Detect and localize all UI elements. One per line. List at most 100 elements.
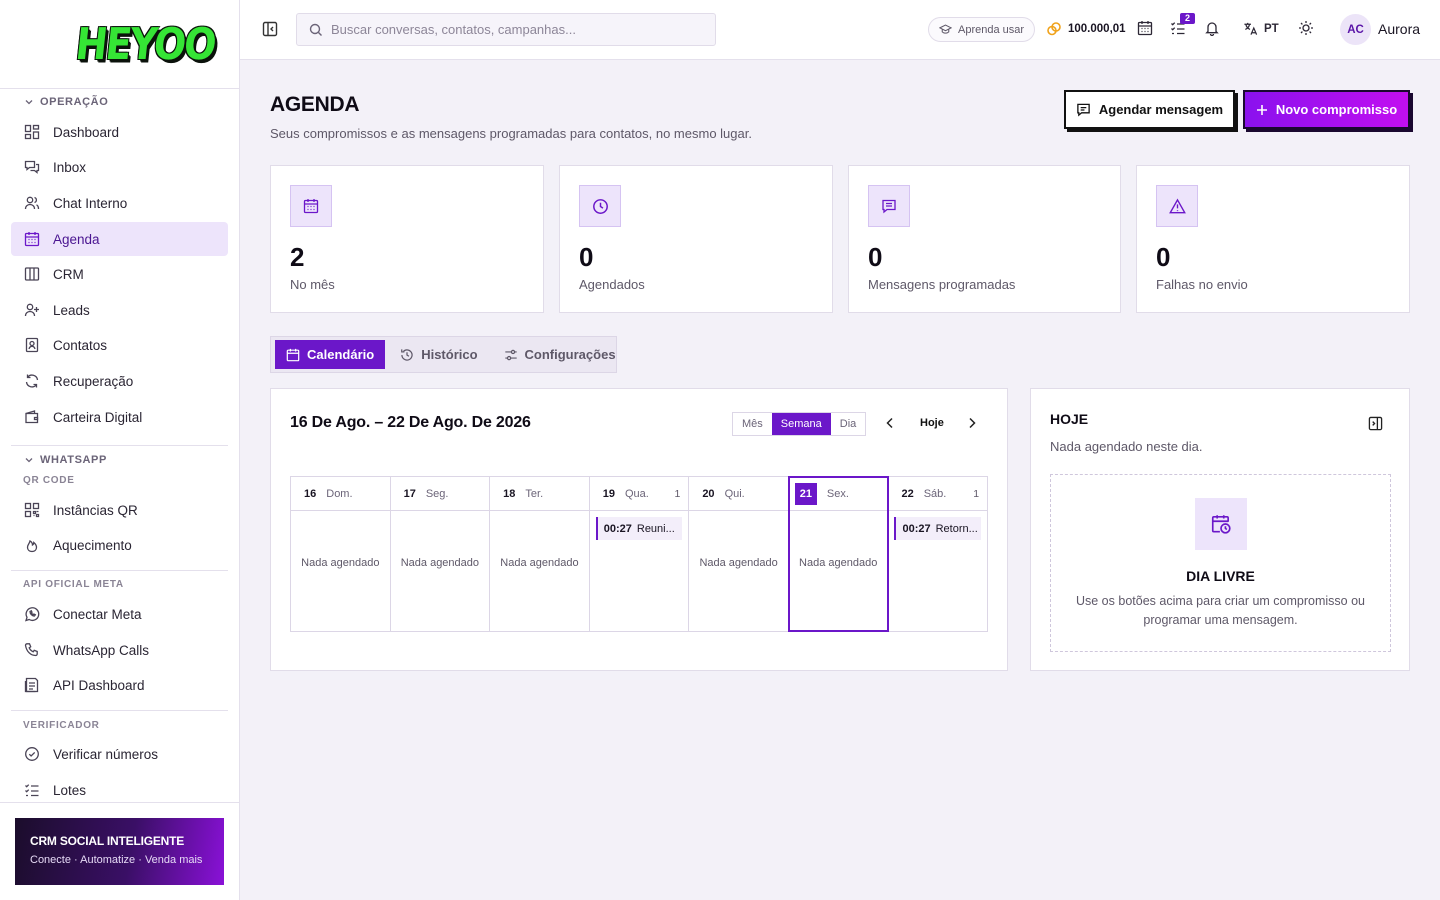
sidebar-item-carteira-digital[interactable]: Carteira Digital <box>11 400 228 434</box>
wallet-icon <box>23 409 40 426</box>
section-whatsapp-label: WHATSAPP <box>40 454 107 466</box>
flame-icon <box>23 537 40 554</box>
day-column[interactable]: 16 Dom. Nada agendado <box>291 477 391 631</box>
list-check-icon <box>23 782 40 799</box>
view-day-button[interactable]: Dia <box>831 413 866 435</box>
stat-value: 0 <box>868 242 883 272</box>
day-name: Qui. <box>724 487 745 500</box>
chevron-down-icon <box>25 100 33 105</box>
language-selector[interactable]: PT <box>1243 21 1279 36</box>
day-name: Seg. <box>425 487 449 500</box>
tab-historico[interactable]: Histórico <box>389 340 488 369</box>
section-operacao[interactable]: OPERAÇÃO <box>24 96 108 108</box>
avatar[interactable]: AC <box>1340 14 1371 45</box>
calendar-card: 16 De Ago. – 22 De Ago. De 2026 Mês Sema… <box>270 388 1008 671</box>
stat-label: Agendados <box>579 277 645 292</box>
coin-balance[interactable]: 100.000,01 <box>1046 21 1126 37</box>
sidebar-item-label: Verificar números <box>53 746 159 762</box>
sidebar-item-instancias-qr[interactable]: Instâncias QR <box>11 493 228 527</box>
chevron-left-icon[interactable] <box>883 416 897 430</box>
section-whatsapp[interactable]: WHATSAPP <box>24 454 107 466</box>
plus-icon <box>1256 104 1267 115</box>
view-month-button[interactable]: Mês <box>733 413 772 435</box>
calendar-icon <box>23 231 40 248</box>
users-icon <box>23 195 40 212</box>
day-event-count: 1 <box>674 488 681 500</box>
sidebar-item-verificar-numeros[interactable]: Verificar números <box>11 737 228 771</box>
user-name[interactable]: Aurora <box>1378 21 1420 37</box>
sidebar-item-contatos[interactable]: Contatos <box>11 328 228 362</box>
day-name: Ter. <box>525 487 544 500</box>
stat-label: Falhas no envio <box>1156 277 1248 292</box>
sidebar-collapse-icon[interactable] <box>262 21 280 39</box>
week-grid: 16 Dom. Nada agendado 17 Seg. Nada agend… <box>290 476 988 632</box>
day-column-today[interactable]: 21 Sex. Nada agendado <box>787 476 890 632</box>
tab-label: Calendário <box>307 347 375 362</box>
promo-title: CRM SOCIAL INTELIGENTE <box>30 834 185 848</box>
sidebar-item-inbox[interactable]: Inbox <box>11 150 228 184</box>
tab-configuracoes[interactable]: Configurações <box>493 340 627 369</box>
chevron-right-icon[interactable] <box>965 416 979 430</box>
sidebar-item-conectar-meta[interactable]: Conectar Meta <box>11 597 228 631</box>
day-empty-text: Nada agendado <box>400 557 480 569</box>
tab-calendario[interactable]: Calendário <box>275 340 386 369</box>
search-input[interactable] <box>331 22 701 37</box>
sidebar-item-label: Contatos <box>53 337 108 353</box>
sidebar-item-whatsapp-calls[interactable]: WhatsApp Calls <box>11 633 228 667</box>
day-column[interactable]: 22 Sáb. 1 00:27 Retorn... <box>888 477 988 631</box>
day-column[interactable]: 20 Qui. Nada agendado <box>689 477 789 631</box>
today-subtitle: Nada agendado neste dia. <box>1050 439 1203 454</box>
translate-icon <box>1244 22 1258 35</box>
stat-label: Mensagens programadas <box>868 277 1016 292</box>
sidebar-item-chat-interno[interactable]: Chat Interno <box>11 186 228 220</box>
day-number: 16 <box>304 487 317 500</box>
columns-icon <box>23 266 40 283</box>
learn-button[interactable]: Aprenda usar <box>928 17 1036 42</box>
day-column[interactable]: 17 Seg. Nada agendado <box>390 477 491 631</box>
schedule-message-button[interactable]: Agendar mensagem <box>1064 90 1235 129</box>
today-button[interactable]: Hoje <box>920 417 944 429</box>
day-column[interactable]: 18 Ter. Nada agendado <box>490 477 590 631</box>
sidebar-item-lotes[interactable]: Lotes <box>11 773 228 802</box>
free-day-text: Use os botões acima para criar um compro… <box>1075 594 1365 627</box>
app-logo[interactable]: HEYOO <box>73 19 217 70</box>
panel-collapse-icon[interactable] <box>1368 416 1384 432</box>
calendar-icon <box>290 185 332 227</box>
stat-value: 0 <box>1156 242 1171 272</box>
sidebar-item-aquecimento[interactable]: Aquecimento <box>11 528 228 562</box>
search-box[interactable] <box>296 13 716 46</box>
divider <box>11 445 228 446</box>
check-circle-icon <box>23 746 40 763</box>
view-week-button[interactable]: Semana <box>771 413 831 435</box>
day-column[interactable]: 19 Qua. 1 00:27 Reuni... <box>589 477 690 631</box>
bell-icon[interactable] <box>1204 20 1222 38</box>
stat-value: 2 <box>290 242 305 272</box>
day-number: 20 <box>702 487 715 500</box>
calendar-icon[interactable] <box>1137 20 1155 38</box>
inbox-icon <box>23 159 40 176</box>
sidebar-item-dashboard[interactable]: Dashboard <box>11 115 228 149</box>
sidebar-item-leads[interactable]: Leads <box>11 293 228 327</box>
sidebar-item-api-dashboard[interactable]: API Dashboard <box>11 668 228 702</box>
new-appointment-button[interactable]: Novo compromisso <box>1243 90 1410 129</box>
day-header: 18 Ter. <box>490 477 589 511</box>
history-icon <box>401 348 413 361</box>
sidebar-item-label: Instâncias QR <box>53 502 138 518</box>
event-time: 00:27 <box>603 522 632 535</box>
sidebar-item-agenda[interactable]: Agenda <box>11 222 228 256</box>
day-number: 18 <box>503 487 516 500</box>
sun-icon[interactable] <box>1298 20 1316 38</box>
sidebar-item-label: Agenda <box>53 231 100 247</box>
sidebar-item-recuperacao[interactable]: Recuperação <box>11 364 228 398</box>
sidebar-nav: OPERAÇÃO Dashboard Inbox Chat Interno Ag… <box>0 89 239 802</box>
stat-card-programmed-messages: 0 Mensagens programadas <box>848 165 1121 313</box>
sidebar-item-label: Dashboard <box>53 124 120 140</box>
sidebar-item-crm[interactable]: CRM <box>11 257 228 291</box>
promo-banner[interactable]: CRM SOCIAL INTELIGENTE Conecte · Automat… <box>15 818 224 885</box>
calendar-event[interactable]: 00:27 Retorn... <box>894 517 982 540</box>
day-event-count: 1 <box>973 488 980 500</box>
view-switch: Mês Semana Dia <box>732 412 867 436</box>
subsection-verificador: VERIFICADOR <box>23 720 100 731</box>
warning-icon <box>1156 185 1198 227</box>
calendar-event[interactable]: 00:27 Reuni... <box>595 517 683 540</box>
